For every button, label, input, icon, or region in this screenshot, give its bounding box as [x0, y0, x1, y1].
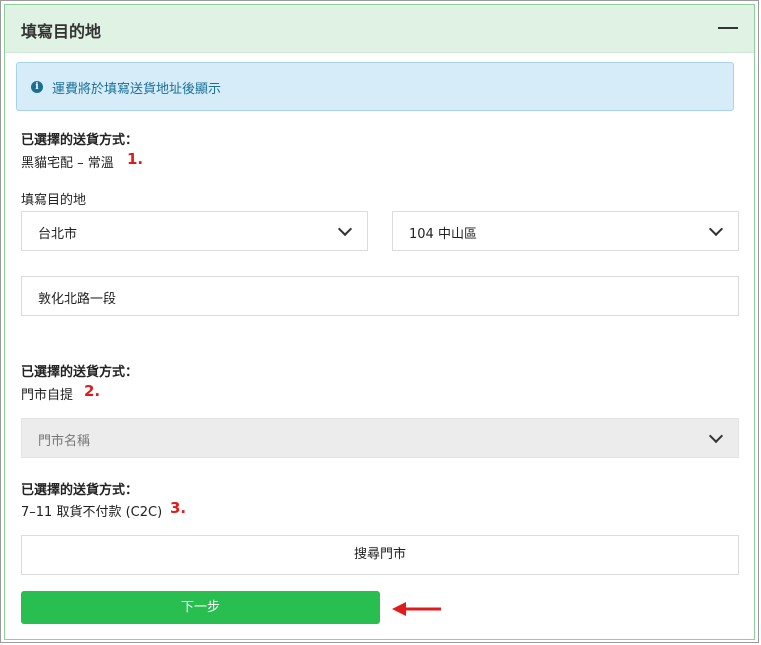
district-select[interactable]: 104 中山區	[392, 211, 739, 251]
city-select-value: 台北市	[38, 227, 78, 242]
destination-label: 填寫目的地	[21, 193, 87, 208]
panel-title: 填寫目的地	[21, 22, 102, 41]
chevron-down-icon	[708, 428, 724, 444]
city-select[interactable]: 台北市	[21, 211, 368, 251]
panel-header: 填寫目的地	[5, 5, 754, 53]
district-select-value: 104 中山區	[409, 227, 477, 242]
shipping-fee-notice: i 運費將於填寫送貨地址後顯示	[16, 62, 734, 111]
search-store-button[interactable]: 搜尋門市	[21, 535, 739, 575]
shipping-method-label-3: 已選擇的送貨方式：	[21, 483, 139, 498]
annotation-marker-3: 3.	[170, 499, 187, 517]
next-step-button[interactable]: 下一步	[21, 591, 380, 624]
address-input-value: 敦化北路一段	[38, 292, 117, 307]
address-input[interactable]: 敦化北路一段	[21, 276, 739, 316]
shipping-method-value-1: 黑貓宅配 – 常溫	[21, 156, 114, 171]
store-name-placeholder: 門市名稱	[38, 434, 91, 449]
chevron-down-icon	[337, 221, 353, 237]
shipping-method-label-1: 已選擇的送貨方式：	[21, 133, 139, 148]
shipping-method-label-2: 已選擇的送貨方式：	[21, 365, 139, 380]
shipping-method-value-3: 7–11 取貨不付款 (C2C)	[21, 505, 163, 520]
collapse-icon[interactable]	[718, 27, 738, 29]
shipping-method-value-2: 門市自提	[21, 388, 74, 403]
info-icon: i	[31, 81, 43, 93]
chevron-down-icon	[708, 221, 724, 237]
red-arrow-icon	[392, 602, 441, 616]
annotation-marker-1: 1.	[127, 150, 144, 168]
notice-text: 運費將於填寫送貨地址後顯示	[52, 82, 222, 97]
annotation-marker-2: 2.	[84, 382, 101, 400]
store-name-select[interactable]: 門市名稱	[21, 418, 739, 458]
